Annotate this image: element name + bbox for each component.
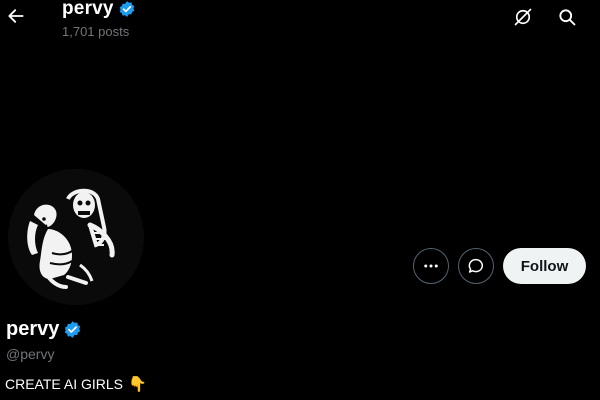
bio-text: CREATE AI GIRLS [5, 376, 123, 392]
verified-badge-icon [119, 1, 134, 17]
avatar-illustration [8, 169, 144, 305]
profile-bio: CREATE AI GIRLS 👇 [5, 375, 147, 393]
message-button[interactable] [458, 248, 494, 284]
search-icon [559, 9, 576, 26]
verified-badge-icon[interactable] [63, 320, 82, 339]
header-title-group: pervy 1,701 posts [62, 0, 136, 39]
profile-avatar[interactable] [8, 169, 144, 305]
grok-button[interactable] [512, 6, 534, 28]
follow-button[interactable]: Follow [503, 248, 586, 284]
top-bar: pervy 1,701 posts [0, 0, 600, 44]
post-count: 1,701 posts [62, 24, 130, 39]
more-horizontal-icon [424, 264, 438, 268]
grok-icon [514, 8, 532, 26]
pointing-down-emoji: 👇 [128, 375, 147, 393]
header-title: pervy [62, 0, 114, 19]
message-bubble-icon [468, 258, 484, 273]
arrow-left-icon [8, 9, 24, 23]
profile-display-name: pervy [6, 318, 60, 340]
search-button[interactable] [556, 6, 578, 28]
back-button[interactable] [4, 4, 28, 28]
profile-handle: @pervy [6, 346, 55, 362]
profile-name-row: pervy [6, 318, 82, 341]
more-options-button[interactable] [413, 248, 449, 284]
